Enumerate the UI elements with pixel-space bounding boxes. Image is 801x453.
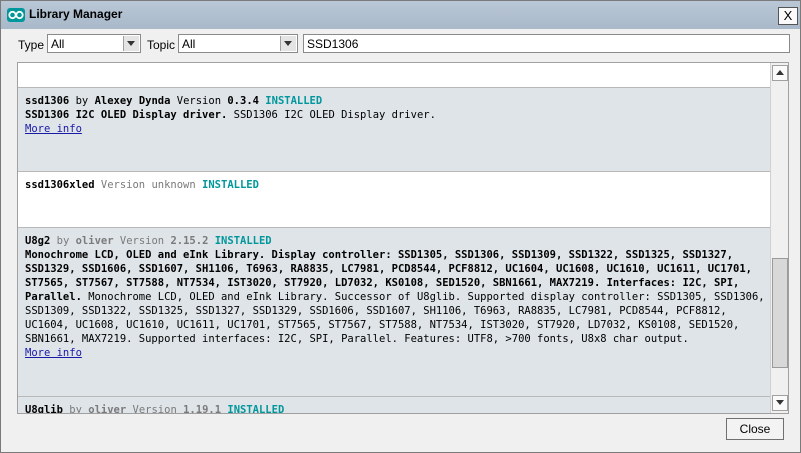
by-word: by [75,95,89,107]
library-sentence-line: Monochrome LCD, OLED and eInk Library. D… [25,249,734,261]
chevron-down-icon[interactable] [280,36,296,51]
library-author: oliver [88,404,127,413]
library-header: U8glib by oliver Version 1.19.1 INSTALLE… [25,403,770,413]
library-list: ssd1306 by Alexey Dynda Version 0.3.4 IN… [17,62,789,414]
installed-badge: INSTALLED [202,179,259,191]
library-name: U8g2 [25,235,51,247]
library-author: Alexey Dynda [94,95,171,107]
library-sentence-line: ST7565, ST7567, ST7588, NT7534, IST3020,… [25,277,740,289]
scrollbar-thumb[interactable] [772,258,788,368]
library-paragraph-line: SBN1661, MAX7219. Supported interfaces: … [25,333,689,345]
topic-select[interactable]: All [178,34,298,53]
library-list-content: ssd1306 by Alexey Dynda Version 0.3.4 IN… [18,63,770,413]
library-version: Version unknown [100,179,196,191]
search-input-value: SSD1306 [307,37,359,51]
scroll-down-icon[interactable] [772,395,788,411]
type-select-value: All [51,37,65,51]
library-version: 2.15.2 [170,235,209,247]
scroll-up-icon[interactable] [772,65,788,81]
library-item-ssd1306xled[interactable]: ssd1306xled Version unknown INSTALLED [18,172,770,228]
list-item [18,63,770,88]
vertical-scrollbar[interactable] [770,63,788,413]
window-title: Library Manager [29,7,123,21]
library-description: SSD1306 I2C OLED Display driver. SSD1306… [25,108,770,122]
library-author: oliver [75,235,114,247]
more-info-link[interactable]: More info [25,123,82,135]
close-button[interactable]: Close [726,418,784,440]
topic-select-value: All [182,37,196,51]
installed-badge: INSTALLED [214,235,272,247]
library-version: 0.3.4 [227,95,259,107]
library-header: ssd1306 by Alexey Dynda Version 0.3.4 IN… [25,94,770,108]
library-header: U8g2 by oliver Version 2.15.2 INSTALLED [25,234,770,248]
installed-badge: INSTALLED [265,95,323,107]
library-name: U8glib [25,404,63,413]
installed-badge: INSTALLED [227,404,285,413]
library-sentence: SSD1306 I2C OLED Display driver. [25,109,228,121]
version-word: Version [119,235,165,247]
library-header: ssd1306xled Version unknown INSTALLED [25,178,770,192]
library-paragraph: SSD1306 I2C OLED Display driver. [233,109,436,121]
library-sentence-end: Parallel. [25,291,82,303]
library-item-u8g2[interactable]: U8g2 by oliver Version 2.15.2 INSTALLED … [18,228,770,397]
version-word: Version [132,404,177,413]
type-label: Type [18,38,45,52]
library-item-u8glib[interactable]: U8glib by oliver Version 1.19.1 INSTALLE… [18,397,770,413]
filter-bar: Type All Topic All SSD1306 [1,29,800,61]
version-word: Version [176,95,222,107]
title-bar[interactable]: Library Manager X [1,1,800,29]
library-name: ssd1306 [25,95,70,107]
type-select[interactable]: All [47,34,141,53]
by-word: by [69,404,82,413]
library-paragraph-line: UC1604, UC1608, UC1610, UC1611, UC1701, … [25,319,740,331]
search-input[interactable]: SSD1306 [303,34,790,53]
library-name: ssd1306xled [25,179,95,191]
library-paragraph-line: SSD1309, SSD1322, SSD1325, SSD1327, SSD1… [25,305,727,317]
library-version: 1.19.1 [183,404,222,413]
topic-label: Topic [147,38,176,52]
library-description-line: Parallel. Monochrome LCD, OLED and eInk … [25,290,770,304]
library-sentence-line: SSD1329, SSD1606, SSD1607, SH1106, T6963… [25,263,752,275]
more-info-link[interactable]: More info [25,347,82,359]
library-item-ssd1306[interactable]: ssd1306 by Alexey Dynda Version 0.3.4 IN… [18,88,770,172]
library-manager-window: Library Manager X Type All Topic All SSD… [0,0,801,453]
arduino-infinity-icon [7,8,25,22]
by-word: by [56,235,70,247]
close-window-icon[interactable]: X [778,7,798,25]
library-paragraph-start: Monochrome LCD, OLED and eInk Library. S… [81,291,765,303]
chevron-down-icon[interactable] [123,36,139,51]
